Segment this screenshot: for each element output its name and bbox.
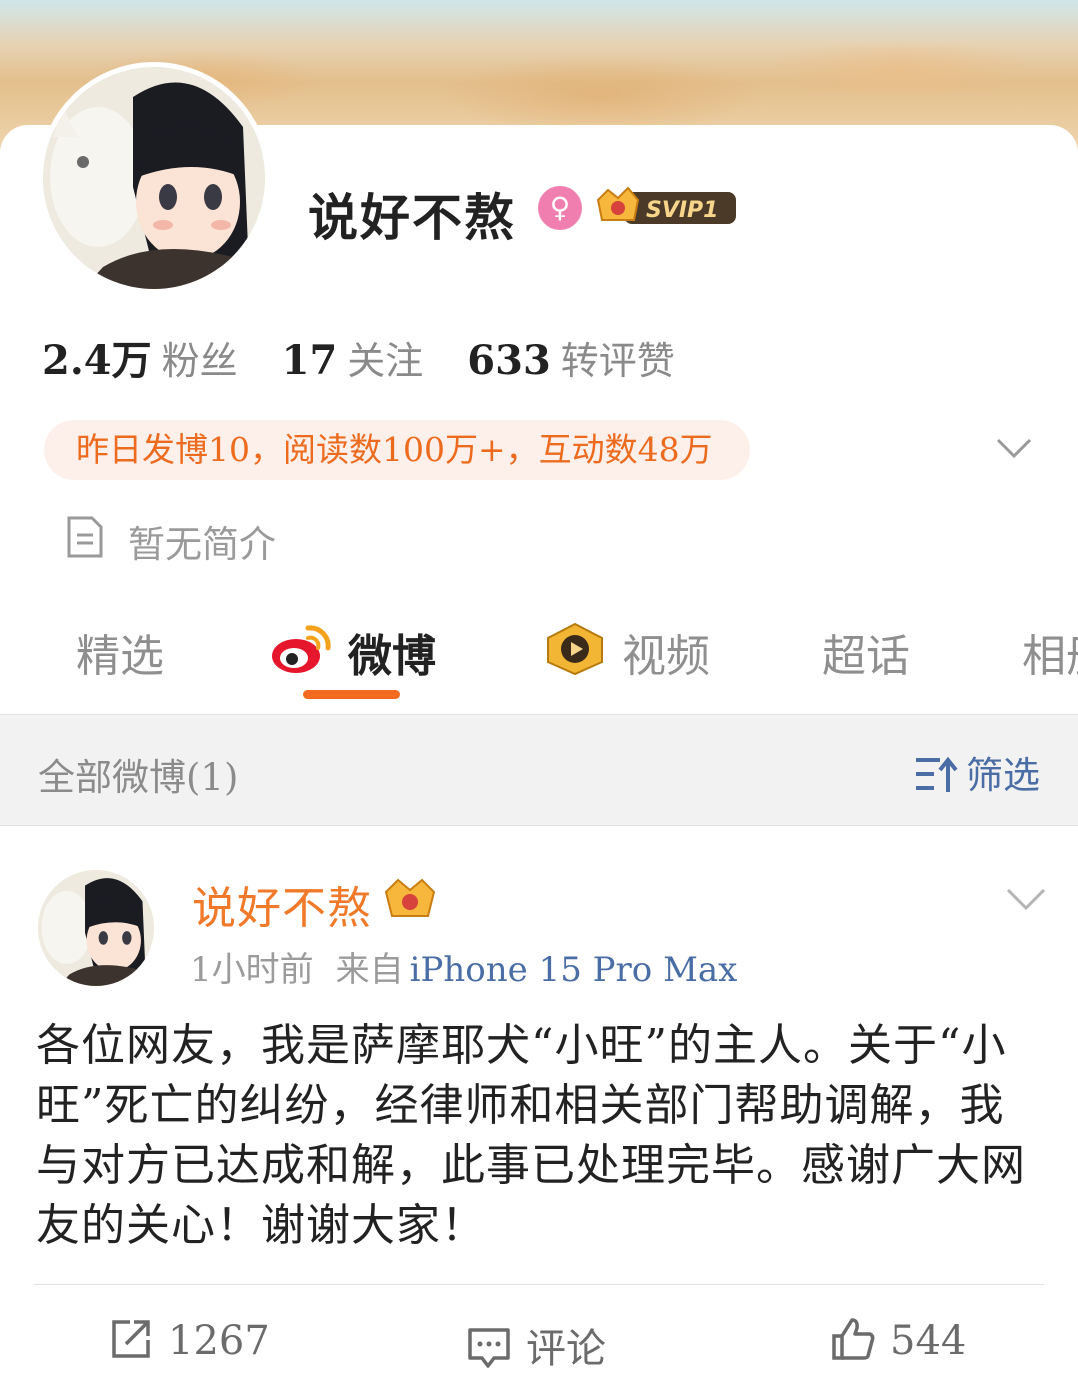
- interactions-count: 633: [467, 337, 551, 384]
- svip-badge[interactable]: SVIP1: [594, 184, 740, 230]
- thumbs-up-icon: [832, 1318, 875, 1360]
- comment-label: 评论: [526, 1326, 606, 1372]
- tab-super-topic[interactable]: 超话: [822, 620, 910, 684]
- post-device[interactable]: iPhone 15 Pro Max: [410, 950, 738, 990]
- followers-count[interactable]: 2.4万: [42, 337, 152, 384]
- active-tab-indicator: [303, 690, 400, 699]
- filter-button[interactable]: 筛选: [914, 745, 1040, 799]
- filter-icon: [916, 756, 958, 792]
- comment-button[interactable]: 评论: [466, 1316, 606, 1374]
- post-meta: 1小时前 来自 iPhone 15 Pro Max: [190, 942, 737, 991]
- profile-name: 说好不熬: [308, 188, 516, 247]
- filter-label: 筛选: [966, 754, 1040, 797]
- vip-crown-icon: [384, 878, 436, 917]
- followers-label[interactable]: 粉丝: [162, 339, 238, 383]
- video-icon: [547, 622, 603, 676]
- interactions-label: 转评赞: [560, 339, 675, 383]
- comment-icon: [468, 1328, 510, 1368]
- filter-bar: 全部微博(1) 筛选: [0, 714, 1078, 826]
- weibo-logo-icon: [272, 625, 331, 673]
- repost-count: 1267: [168, 1318, 270, 1364]
- tab-video[interactable]: 视频: [622, 620, 710, 684]
- profile-tabs: 精选 微博 视频 超话 相册: [0, 612, 1078, 712]
- tab-weibo[interactable]: 微博: [348, 620, 436, 684]
- svip-label: SVIP1: [646, 198, 719, 223]
- post-time: 1小时前: [190, 950, 314, 990]
- post-text: 各位网友，我是萨摩耶犬“小旺”的主人。关于“小旺”死亡的纠纷，经律师和相关部门帮…: [36, 1020, 1026, 1251]
- activity-summary[interactable]: 昨日发博10，阅读数100万+，互动数48万: [44, 420, 750, 480]
- profile-avatar[interactable]: [38, 62, 270, 294]
- repost-icon: [112, 1320, 150, 1358]
- like-count: 544: [890, 1318, 967, 1364]
- avatar-illustration: [43, 67, 265, 289]
- post-menu-chevron-icon[interactable]: [1004, 884, 1048, 914]
- profile-stats: 2.4万 粉丝 17 关注 633 转评赞: [42, 328, 719, 386]
- tab-featured[interactable]: 精选: [76, 620, 164, 684]
- document-icon: [67, 516, 103, 558]
- tab-album[interactable]: 相册: [1022, 620, 1078, 684]
- post-from-label: 来自: [335, 950, 404, 990]
- post-author-avatar[interactable]: [38, 870, 154, 986]
- post-author-name[interactable]: 说好不熬: [192, 872, 372, 936]
- all-posts-count: 全部微博(1): [38, 756, 239, 799]
- following-count[interactable]: 17: [282, 337, 338, 384]
- avatar-illustration-small: [38, 870, 154, 986]
- repost-button[interactable]: 1267: [108, 1316, 270, 1364]
- like-button[interactable]: 544: [830, 1316, 966, 1364]
- following-label[interactable]: 关注: [347, 339, 423, 383]
- female-icon: ♀: [538, 186, 582, 230]
- profile-bio: 暂无简介: [128, 523, 276, 566]
- post-divider: [34, 1284, 1044, 1285]
- chevron-down-icon[interactable]: [994, 432, 1034, 462]
